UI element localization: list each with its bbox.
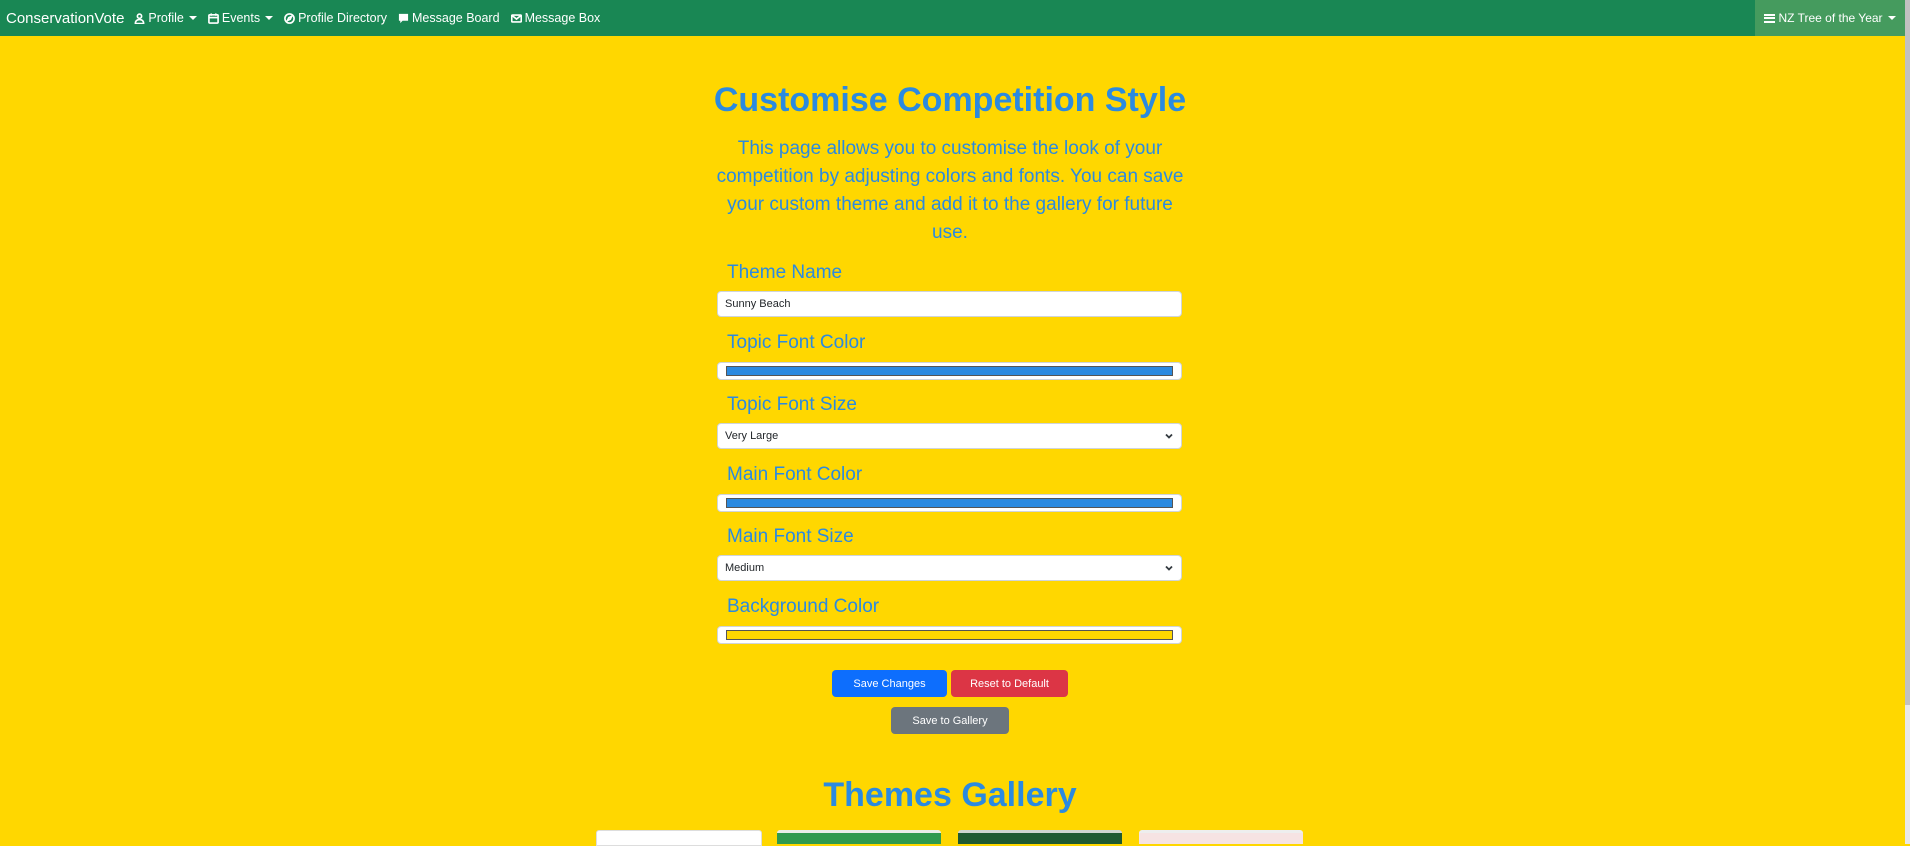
list-icon [1764,13,1776,23]
background-color-picker[interactable] [717,626,1182,644]
chevron-down-icon [1165,565,1173,571]
main-font-size-select[interactable]: Medium [717,555,1182,581]
topic-font-size-select[interactable]: Very Large [717,423,1182,449]
nav-events-label: Events [221,11,261,25]
topic-font-size-label: Topic Font Size [727,394,857,415]
nav-profile-label: Profile [148,11,184,25]
topic-font-color-label: Topic Font Color [727,332,866,353]
background-color-swatch [726,630,1173,640]
theme-thumbnail-2[interactable] [777,830,941,844]
compass-icon [284,12,295,24]
topic-font-color-swatch [726,366,1173,376]
caret-down-icon [1887,16,1896,20]
theme-thumbnail-3[interactable] [958,830,1122,844]
chevron-down-icon [1165,433,1173,439]
scrollbar-thumb[interactable] [1905,0,1910,705]
nav-message-board-label: Message Board [412,11,500,25]
main-font-color-picker[interactable] [717,494,1182,512]
person-icon [134,12,145,24]
calendar-icon [207,12,219,24]
main-font-size-label: Main Font Size [727,526,854,547]
nav-message-box[interactable]: Message Box [510,11,601,25]
nav-message-board[interactable]: Message Board [398,11,500,25]
chat-icon [398,13,409,23]
page-scrollbar[interactable] [1905,0,1910,844]
themes-gallery-title: Themes Gallery [823,776,1077,814]
main-font-color-swatch [726,498,1173,508]
save-changes-button[interactable]: Save Changes [832,670,947,697]
theme-name-label: Theme Name [727,262,843,283]
nav-profile-directory-label: Profile Directory [298,11,387,25]
theme-thumbnail-4[interactable] [1139,830,1303,844]
competition-dropdown-label: NZ Tree of the Year [1778,11,1883,25]
main-content: Customise Competition Style This page al… [0,36,1905,846]
caret-down-icon [265,16,274,20]
topic-font-size-value: Very Large [725,430,779,442]
save-to-gallery-button[interactable]: Save to Gallery [891,707,1009,734]
top-navbar: ConservationVote Profile Events Profile … [0,0,1905,36]
caret-down-icon [188,16,197,20]
page-intro: This page allows you to customise the lo… [716,138,1184,243]
competition-dropdown[interactable]: NZ Tree of the Year [1755,0,1905,36]
background-color-label: Background Color [727,596,880,617]
nav-message-box-label: Message Box [524,11,601,25]
main-font-color-label: Main Font Color [727,464,863,485]
brand-link[interactable]: ConservationVote [6,10,124,27]
page-title: Customise Competition Style [713,81,1187,119]
main-font-size-value: Medium [725,562,765,574]
nav-profile-directory[interactable]: Profile Directory [284,11,387,25]
topic-font-color-picker[interactable] [717,362,1182,380]
nav-profile[interactable]: Profile [134,11,197,25]
theme-name-input[interactable] [717,291,1182,317]
nav-events[interactable]: Events [207,11,274,25]
envelope-icon [510,13,522,23]
reset-to-default-button[interactable]: Reset to Default [951,670,1068,697]
